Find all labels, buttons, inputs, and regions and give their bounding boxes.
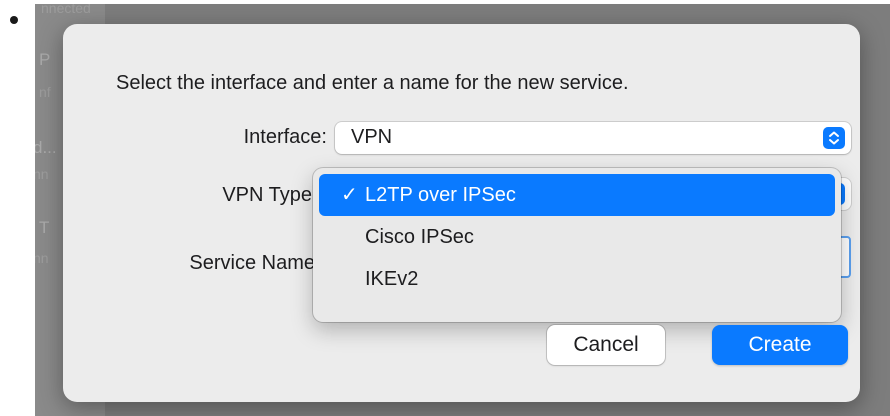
menu-item-label: Cisco IPSec	[365, 226, 474, 248]
vpn-type-label: VPN Type	[222, 184, 312, 206]
menu-item-label: IKEv2	[365, 268, 419, 290]
bg-service-status: nn	[35, 250, 49, 266]
interface-label: Interface:	[243, 126, 327, 148]
cancel-button[interactable]: Cancel	[547, 325, 665, 365]
bg-service-status: nf	[39, 84, 51, 100]
bg-service-name: P	[39, 50, 51, 69]
menu-item-l2tp-over-ipsec[interactable]: ✓ L2TP over IPSec	[319, 174, 835, 216]
menu-item-cisco-ipsec[interactable]: Cisco IPSec	[319, 216, 835, 258]
menu-item-ikev2[interactable]: IKEv2	[319, 258, 835, 300]
create-button[interactable]: Create	[712, 325, 848, 365]
service-name-label: Service Name	[189, 252, 315, 274]
bg-service-name: T	[39, 218, 50, 237]
dialog-prompt: Select the interface and enter a name fo…	[116, 72, 629, 94]
bg-service-status: nn	[35, 166, 49, 182]
bg-service-name: d...	[35, 138, 57, 157]
chevron-up-down-icon	[823, 127, 845, 149]
vpn-type-menu: ✓ L2TP over IPSec Cisco IPSec IKEv2	[313, 168, 841, 322]
interface-popup[interactable]: VPN	[335, 122, 851, 154]
checkmark-icon: ✓	[341, 184, 358, 206]
interface-value: VPN	[351, 126, 393, 148]
new-service-dialog: Select the interface and enter a name fo…	[63, 24, 860, 402]
list-bullet	[10, 16, 18, 24]
menu-item-label: L2TP over IPSec	[365, 184, 516, 206]
bg-status-text: nnected	[41, 4, 91, 16]
